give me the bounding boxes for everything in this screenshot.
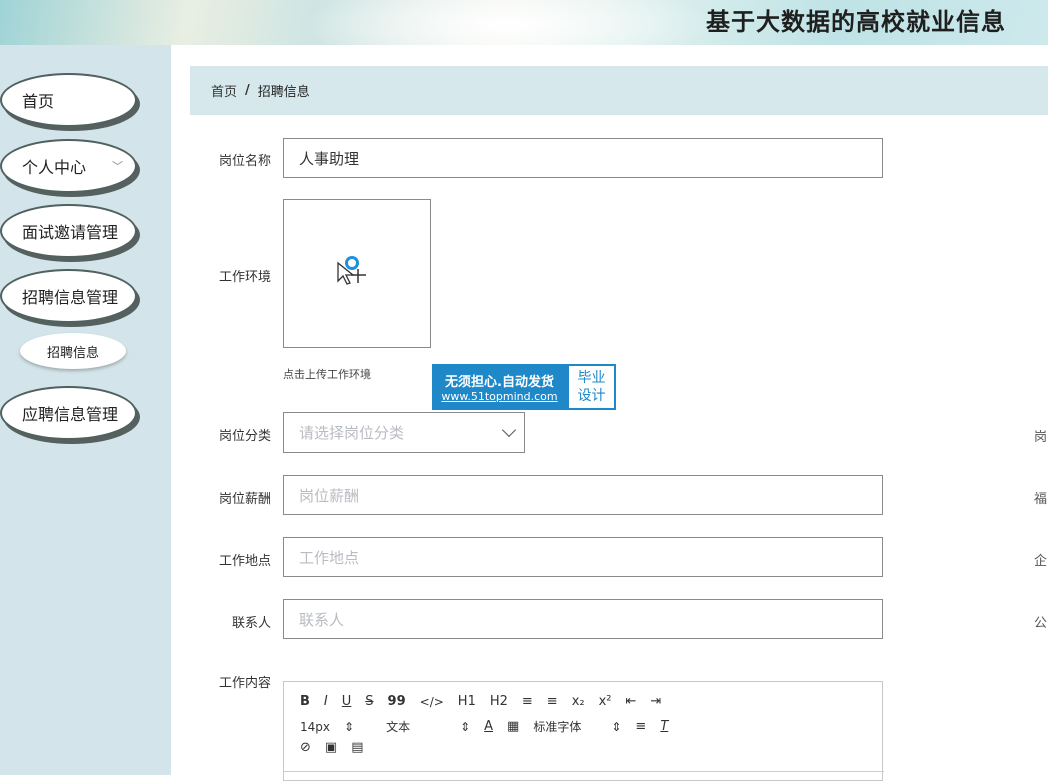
- right-label-3: 企: [1034, 554, 1048, 569]
- align-icon[interactable]: ≡: [635, 719, 646, 734]
- job-category-label: 岗位分类: [218, 429, 271, 444]
- italic-icon[interactable]: I: [324, 694, 328, 709]
- font-size-arrows-icon[interactable]: ⇕: [344, 720, 354, 734]
- sidebar-subitem-recruitment-info[interactable]: 招聘信息: [20, 333, 126, 369]
- sidebar-item-label: 个人中心: [22, 158, 87, 177]
- sidebar-item-label: 招聘信息管理: [22, 288, 119, 307]
- watermark-url: www.51topmind.com: [441, 390, 558, 403]
- sidebar-item-home[interactable]: 首页: [0, 73, 137, 127]
- sidebar-item-interview-invites[interactable]: 面试邀请管理: [0, 204, 137, 258]
- header-banner: 基于大数据的高校就业信息: [0, 0, 1048, 45]
- job-name-input[interactable]: 人事助理: [283, 138, 883, 178]
- superscript-icon[interactable]: x²: [599, 694, 612, 709]
- heading2-icon[interactable]: H2: [490, 694, 508, 709]
- sidebar: 首页 个人中心 ﹀ 面试邀请管理 招聘信息管理 招聘信息 应聘信息管理: [0, 45, 171, 775]
- work-env-label: 工作环境: [218, 270, 271, 285]
- sidebar-subitem-label: 招聘信息: [46, 345, 99, 361]
- font-color-icon[interactable]: A: [484, 719, 493, 734]
- outdent-icon[interactable]: ⇤: [626, 694, 637, 709]
- sidebar-item-label: 应聘信息管理: [22, 405, 119, 424]
- clear-format-icon[interactable]: T: [660, 719, 668, 734]
- blockquote-icon[interactable]: 99: [388, 694, 406, 709]
- indent-icon[interactable]: ⇥: [650, 694, 661, 709]
- code-icon[interactable]: </>: [420, 695, 444, 709]
- chevron-down-icon: [501, 422, 517, 438]
- watermark-left: 无须担心.自动发货 www.51topmind.com: [432, 364, 567, 410]
- work-env-hint: 点击上传工作环境: [283, 368, 371, 381]
- font-size-select[interactable]: 14px: [300, 720, 330, 734]
- upload-cursor-icon: [337, 256, 366, 285]
- breadcrumb-separator: /: [245, 83, 250, 98]
- banner-background: [300, 0, 720, 45]
- salary-label: 岗位薪酬: [218, 492, 271, 507]
- image-icon[interactable]: ▣: [325, 740, 337, 755]
- sidebar-item-recruitment-management[interactable]: 招聘信息管理: [0, 269, 137, 323]
- ordered-list-icon[interactable]: ≡: [522, 694, 533, 709]
- right-label-4: 公: [1034, 616, 1048, 631]
- background-color-icon[interactable]: ▦: [507, 719, 519, 734]
- breadcrumb: 首页 / 招聘信息: [190, 66, 1048, 115]
- bullet-list-icon[interactable]: ≡: [547, 694, 558, 709]
- editor-toolbar-row2: 14px ⇕ 文本 ⇕ A ▦ 标准字体 ⇕ ≡ T: [300, 718, 682, 735]
- editor-toolbar-row1: B I U S 99 </> H1 H2 ≡ ≡ x₂ x² ⇤ ⇥: [300, 694, 675, 709]
- contact-label: 联系人: [231, 616, 271, 631]
- content-label: 工作内容: [218, 676, 271, 691]
- job-category-select[interactable]: 请选择岗位分类: [283, 412, 525, 453]
- link-icon[interactable]: ⊘: [300, 740, 311, 755]
- watermark-right: 毕业 设计: [567, 364, 616, 410]
- site-title: 基于大数据的高校就业信息: [706, 8, 1006, 36]
- breadcrumb-current: 招聘信息: [257, 85, 310, 100]
- watermark-slogan: 无须担心.自动发货: [445, 375, 554, 390]
- strikethrough-icon[interactable]: S: [365, 694, 373, 709]
- breadcrumb-home-link[interactable]: 首页: [211, 81, 237, 100]
- salary-input[interactable]: 岗位薪酬: [283, 475, 883, 515]
- text-type-select[interactable]: 文本: [386, 718, 410, 735]
- sidebar-item-label: 面试邀请管理: [22, 223, 119, 242]
- font-family-arrows-icon[interactable]: ⇕: [611, 720, 621, 734]
- watermark-tag1: 毕业: [577, 370, 606, 386]
- editor-toolbar-row3: ⊘ ▣ ▤: [300, 740, 378, 755]
- sidebar-item-personal-center[interactable]: 个人中心 ﹀: [0, 139, 137, 193]
- editor-divider: [284, 771, 884, 772]
- contact-input[interactable]: 联系人: [283, 599, 883, 639]
- heading1-icon[interactable]: H1: [458, 694, 476, 709]
- video-icon[interactable]: ▤: [351, 740, 363, 755]
- job-category-placeholder: 请选择岗位分类: [299, 424, 405, 442]
- text-type-arrows-icon[interactable]: ⇕: [460, 720, 470, 734]
- right-label-1: 岗: [1034, 430, 1048, 445]
- chevron-down-icon: ﹀: [112, 160, 124, 173]
- location-label: 工作地点: [218, 554, 271, 569]
- location-input[interactable]: 工作地点: [283, 537, 883, 577]
- font-family-select[interactable]: 标准字体: [533, 718, 581, 735]
- subscript-icon[interactable]: x₂: [572, 694, 585, 709]
- underline-icon[interactable]: U: [342, 694, 352, 709]
- bold-icon[interactable]: B: [300, 694, 310, 709]
- job-name-label: 岗位名称: [218, 154, 271, 169]
- sidebar-item-label: 首页: [22, 92, 55, 111]
- watermark-tag2: 设计: [577, 388, 606, 404]
- right-label-2: 福: [1034, 492, 1048, 507]
- sidebar-item-application-management[interactable]: 应聘信息管理: [0, 386, 137, 440]
- rich-text-editor[interactable]: B I U S 99 </> H1 H2 ≡ ≡ x₂ x² ⇤ ⇥ 14px …: [283, 681, 884, 781]
- watermark-badge: 无须担心.自动发货 www.51topmind.com 毕业 设计: [432, 364, 616, 410]
